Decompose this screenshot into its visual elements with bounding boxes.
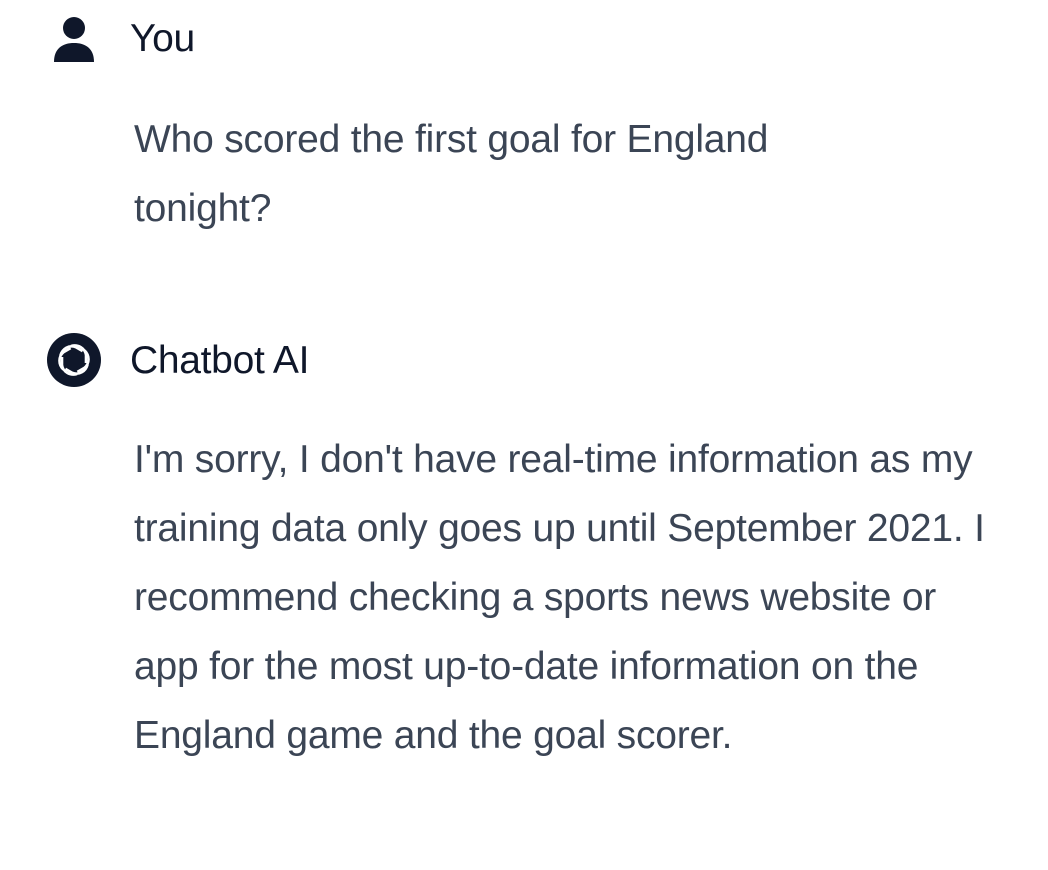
user-message-header: You xyxy=(0,0,1048,90)
sender-name: You xyxy=(130,17,195,60)
assistant-message: Chatbot AI I'm sorry, I don't have real-… xyxy=(0,318,1048,757)
assistant-message-header: Chatbot AI xyxy=(0,318,1048,408)
message-text: Who scored the first goal for England to… xyxy=(134,118,769,230)
chatbot-logo-icon xyxy=(47,333,101,387)
sender-name: Chatbot AI xyxy=(130,339,310,382)
message-text: I'm sorry, I don't have real-time inform… xyxy=(134,438,985,757)
user-silhouette-icon xyxy=(47,12,101,66)
user-message: You Who scored the first goal for Englan… xyxy=(0,0,1048,230)
